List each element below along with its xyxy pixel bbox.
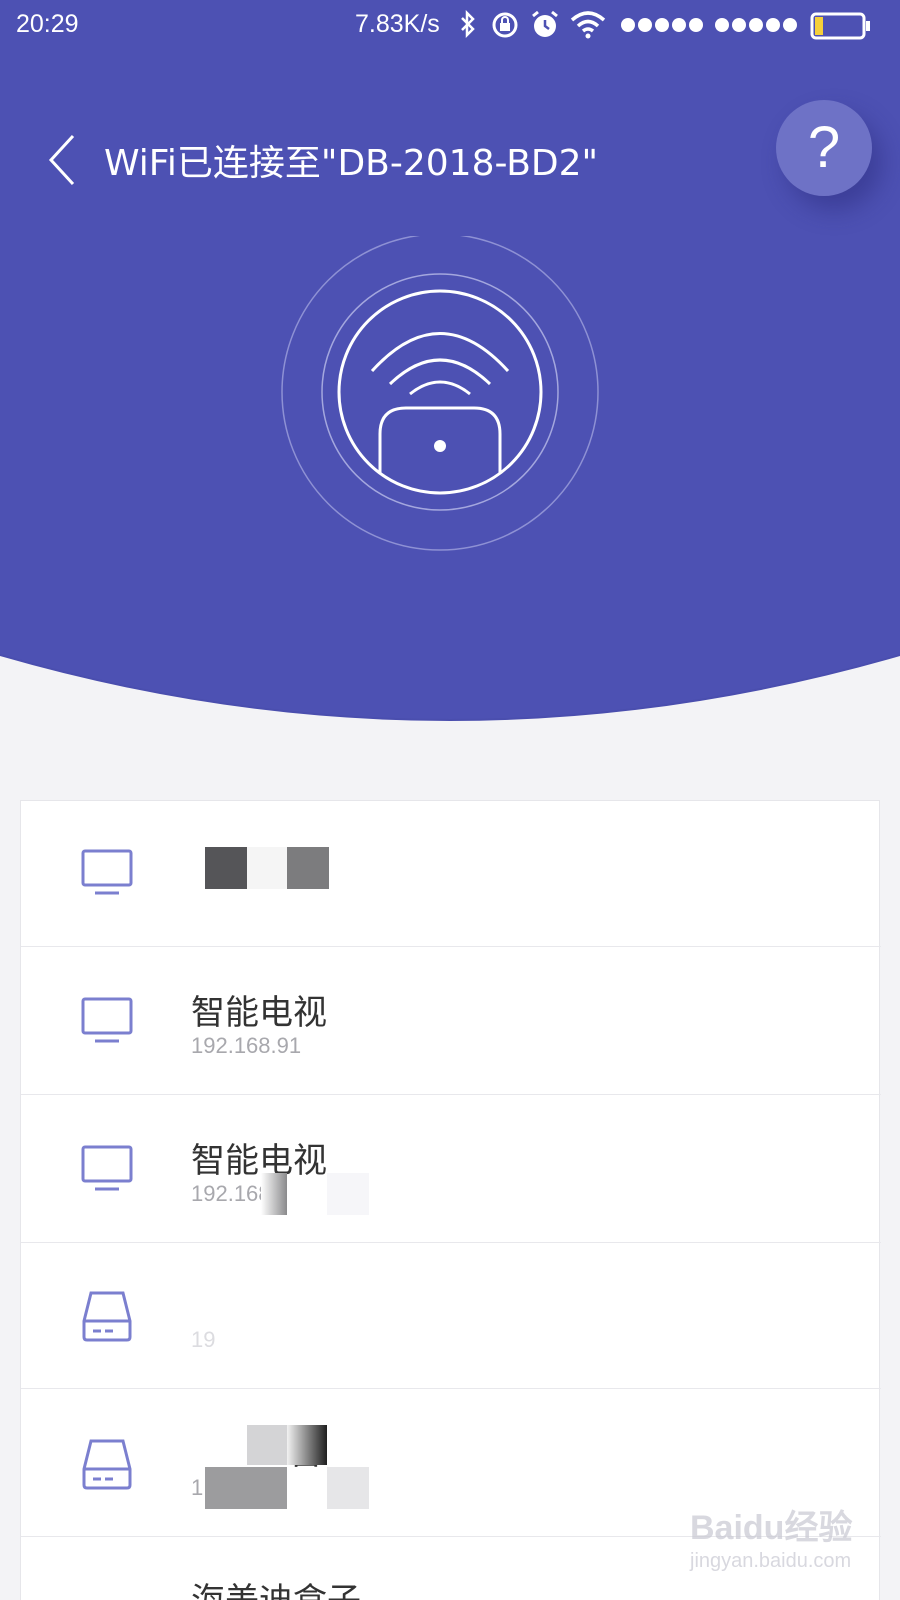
list-item[interactable]: 智能电视 192.168.91 xyxy=(21,947,881,1095)
status-net-speed: 7.83K/s xyxy=(355,10,440,38)
storage-drive-icon xyxy=(82,1439,132,1490)
signal-dots-icon xyxy=(715,18,797,32)
back-button[interactable] xyxy=(40,130,90,190)
device-ip: 192.168 xyxy=(191,1181,271,1206)
wifi-icon xyxy=(570,11,606,39)
status-time: 20:29 xyxy=(16,10,79,38)
watermark-url: jingyan.baidu.com xyxy=(690,1550,852,1572)
device-ip: 192.168.91 xyxy=(191,1033,302,1058)
battery-icon xyxy=(810,12,870,40)
bluetooth-icon xyxy=(461,10,475,38)
list-item[interactable]: 智能电视 192.168 xyxy=(21,1095,881,1243)
router-wifi-icon xyxy=(281,236,599,551)
status-bar: 20:29 7.83K/s xyxy=(0,0,900,52)
device-list: 电视 智能电视 192.168.91 智能电视 192.168 19 xyxy=(20,800,881,1600)
watermark: Baidu经验 jingyan.baidu.com xyxy=(690,1500,870,1590)
help-button[interactable]: ? xyxy=(776,100,872,196)
storage-drive-icon xyxy=(82,1291,132,1342)
list-item[interactable]: 电视 xyxy=(21,801,881,947)
device-name: 智能电视 xyxy=(191,1141,327,1181)
help-icon: ? xyxy=(807,115,841,180)
tv-icon xyxy=(81,997,133,1043)
page-title: WiFi已连接至"DB-2018-BD2" xyxy=(104,143,599,184)
signal-dots-icon xyxy=(621,18,703,32)
device-name: 智能电视 xyxy=(191,993,327,1033)
device-ip: 1 xyxy=(191,1475,204,1500)
tv-icon xyxy=(81,1145,133,1191)
rotation-lock-icon xyxy=(492,12,518,38)
watermark-brand: Baidu经验 xyxy=(690,1509,853,1547)
tv-icon xyxy=(81,849,133,895)
device-name: 海美迪盒子 xyxy=(191,1573,361,1600)
alarm-icon xyxy=(532,10,558,37)
device-ip: 19 xyxy=(191,1327,216,1352)
list-item[interactable]: 19 xyxy=(21,1243,881,1389)
